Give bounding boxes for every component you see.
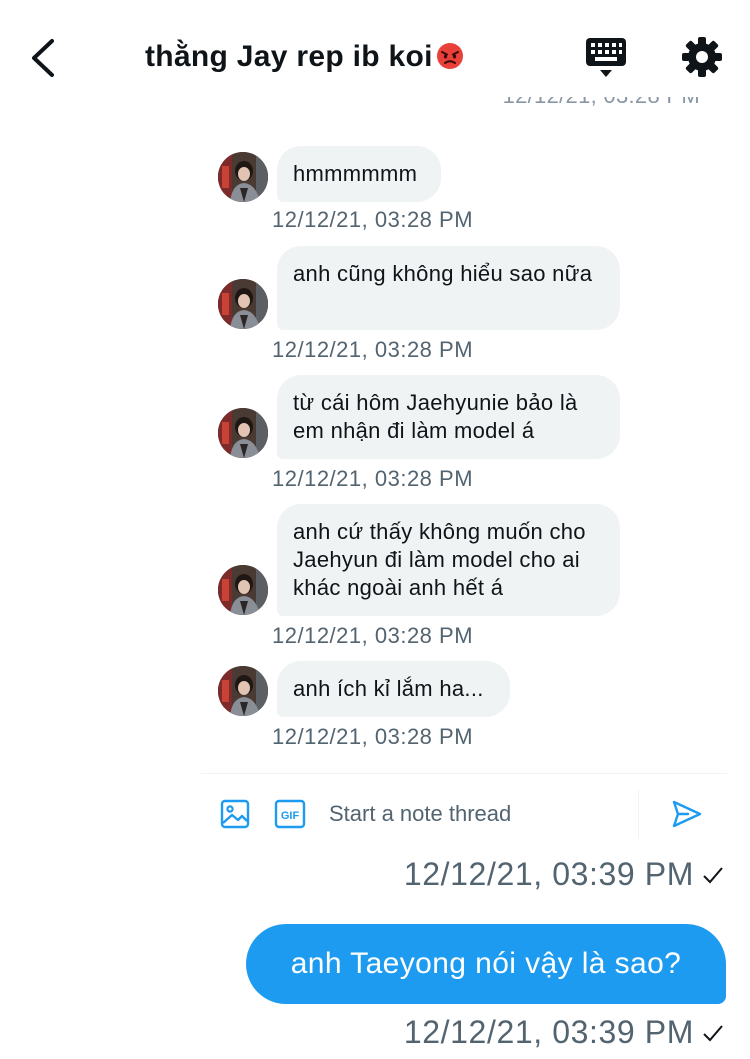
send-icon	[672, 800, 702, 828]
avatar[interactable]	[218, 408, 268, 458]
image-icon	[220, 799, 250, 829]
sent-check-icon	[702, 1015, 724, 1042]
back-button[interactable]	[24, 36, 64, 80]
message-bubble[interactable]: từ cái hôm Jaehyunie bảo là em nhận đi l…	[277, 375, 620, 459]
keyboard-icon	[586, 38, 626, 77]
send-note-button[interactable]	[671, 798, 703, 830]
message-text: anh cũng không hiểu sao nữa	[293, 261, 593, 286]
message-timestamp: 12/12/21, 03:28 PM	[272, 623, 474, 648]
note-thread-input[interactable]	[329, 794, 629, 834]
sent-message-bubble[interactable]: anh Taeyong nói vậy là sao?	[246, 924, 726, 1004]
avatar[interactable]	[218, 565, 268, 615]
composer-separator	[638, 790, 639, 838]
message-bubble[interactable]: hmmmmmm	[277, 146, 441, 202]
message-text: anh ích kỉ lắm ha...	[293, 676, 484, 701]
avatar[interactable]	[218, 279, 268, 329]
gear-icon	[682, 37, 722, 77]
message-text: anh cứ thấy không muốn cho Jaehyun đi là…	[293, 519, 586, 600]
sent-check-icon	[702, 857, 724, 884]
scrolled-timestamp: 12/12/21, 03:28 PM	[503, 97, 700, 117]
message-text: từ cái hôm Jaehyunie bảo là em nhận đi l…	[293, 390, 578, 443]
sent-timestamp: 12/12/21, 03:39 PM	[404, 856, 724, 893]
conversation-header: thằng Jay rep ib koi	[0, 0, 750, 112]
conversation-title: thằng Jay rep ib koi	[145, 40, 464, 74]
angry-face-icon	[436, 42, 464, 70]
add-gif-button[interactable]: GIF	[274, 798, 306, 830]
avatar[interactable]	[218, 666, 268, 716]
message-timestamp: 12/12/21, 03:28 PM	[272, 466, 474, 491]
sent-timestamp-text: 12/12/21, 03:39 PM	[403, 856, 694, 892]
keyboard-shortcuts-button[interactable]	[584, 36, 628, 80]
message-timestamp: 12/12/21, 03:28 PM	[272, 724, 474, 749]
conversation-settings-button[interactable]	[681, 36, 723, 78]
gif-icon: GIF	[274, 799, 306, 829]
svg-text:GIF: GIF	[281, 810, 300, 822]
message-bubble[interactable]: anh cứ thấy không muốn cho Jaehyun đi là…	[277, 504, 620, 616]
message-timestamp: 12/12/21, 03:28 PM	[272, 207, 474, 232]
note-thread-composer: GIF	[201, 780, 727, 846]
message-bubble[interactable]: anh cũng không hiểu sao nữa	[277, 246, 620, 330]
add-image-button[interactable]	[219, 798, 251, 830]
message-timestamp: 12/12/21, 03:28 PM	[272, 337, 474, 362]
message-bubble[interactable]: anh ích kỉ lắm ha...	[277, 661, 510, 717]
message-text: hmmmmmm	[293, 161, 418, 186]
sent-timestamp-text: 12/12/21, 03:39 PM	[403, 1014, 694, 1050]
composer-divider	[201, 773, 727, 774]
chevron-left-icon	[32, 39, 54, 77]
avatar[interactable]	[218, 152, 268, 202]
sent-message-text: anh Taeyong nói vậy là sao?	[290, 947, 682, 980]
scrolled-timestamp-text: 12/12/21, 03:28 PM	[503, 97, 700, 108]
conversation-title-text: thằng Jay rep ib koi	[145, 40, 433, 73]
sent-timestamp: 12/12/21, 03:39 PM	[404, 1014, 724, 1051]
